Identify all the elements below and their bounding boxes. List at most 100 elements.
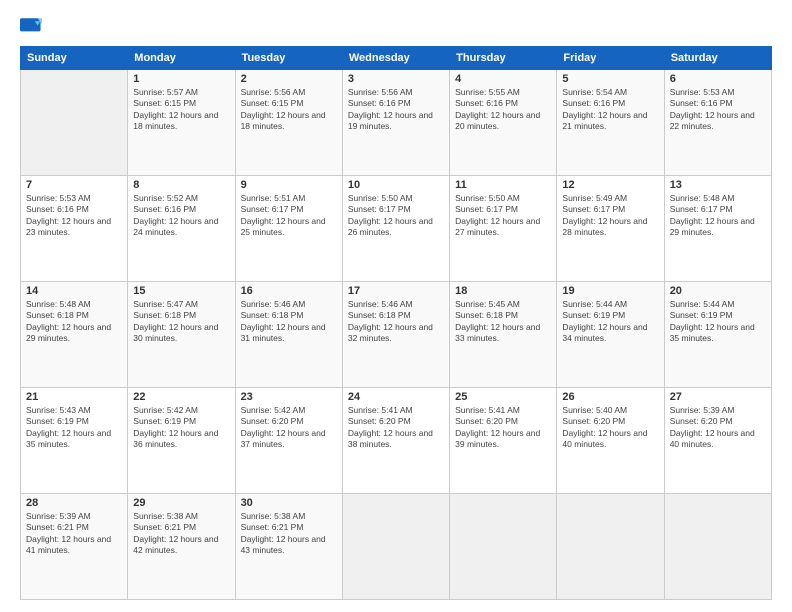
day-info: Sunrise: 5:45 AMSunset: 6:18 PMDaylight:… bbox=[455, 299, 551, 345]
day-number: 30 bbox=[241, 497, 337, 509]
calendar-cell: 8Sunrise: 5:52 AMSunset: 6:16 PMDaylight… bbox=[128, 176, 235, 282]
day-info: Sunrise: 5:39 AMSunset: 6:20 PMDaylight:… bbox=[670, 405, 766, 451]
day-info: Sunrise: 5:49 AMSunset: 6:17 PMDaylight:… bbox=[562, 193, 658, 239]
day-number: 26 bbox=[562, 391, 658, 403]
day-number: 17 bbox=[348, 285, 444, 297]
calendar-cell: 1 Sunrise: 5:57 AMSunset: 6:15 PMDaylight… bbox=[128, 70, 235, 176]
day-info: Sunrise: 5:54 AMSunset: 6:16 PMDaylight:… bbox=[562, 87, 658, 133]
calendar-cell: 11 Sunrise: 5:50 AMSunset: 6:17 PMDayligh… bbox=[450, 176, 557, 282]
calendar-cell: 29 Sunrise: 5:38 AMSunset: 6:21 PMDayligh… bbox=[128, 494, 235, 600]
calendar-cell: 24 Sunrise: 5:41 AMSunset: 6:20 PMDayligh… bbox=[342, 388, 449, 494]
calendar-cell: 17 Sunrise: 5:46 AMSunset: 6:18 PMDayligh… bbox=[342, 282, 449, 388]
day-number: 14 bbox=[26, 285, 122, 297]
calendar-cell: 22Sunrise: 5:42 AMSunset: 6:19 PMDayligh… bbox=[128, 388, 235, 494]
calendar-cell: 16 Sunrise: 5:46 AMSunset: 6:18 PMDayligh… bbox=[235, 282, 342, 388]
day-info: Sunrise: 5:50 AMSunset: 6:17 PMDaylight:… bbox=[348, 193, 444, 239]
calendar-table: SundayMondayTuesdayWednesdayThursdayFrid… bbox=[20, 46, 772, 600]
day-number: 6 bbox=[670, 73, 766, 85]
day-number: 25 bbox=[455, 391, 551, 403]
column-header-monday: Monday bbox=[128, 47, 235, 70]
day-number: 10 bbox=[348, 179, 444, 191]
header bbox=[20, 18, 772, 36]
calendar-cell: 7 Sunrise: 5:53 AMSunset: 6:16 PMDaylight… bbox=[21, 176, 128, 282]
day-number: 12 bbox=[562, 179, 658, 191]
week-row-1: 1 Sunrise: 5:57 AMSunset: 6:15 PMDaylight… bbox=[21, 70, 772, 176]
calendar-cell: 6 Sunrise: 5:53 AMSunset: 6:16 PMDaylight… bbox=[664, 70, 771, 176]
day-info: Sunrise: 5:46 AMSunset: 6:18 PMDaylight:… bbox=[348, 299, 444, 345]
column-header-thursday: Thursday bbox=[450, 47, 557, 70]
calendar-cell: 4 Sunrise: 5:55 AMSunset: 6:16 PMDaylight… bbox=[450, 70, 557, 176]
day-info: Sunrise: 5:41 AMSunset: 6:20 PMDaylight:… bbox=[348, 405, 444, 451]
calendar-cell: 23 Sunrise: 5:42 AMSunset: 6:20 PMDayligh… bbox=[235, 388, 342, 494]
calendar-cell: 28Sunrise: 5:39 AMSunset: 6:21 PMDayligh… bbox=[21, 494, 128, 600]
day-number: 27 bbox=[670, 391, 766, 403]
column-header-friday: Friday bbox=[557, 47, 664, 70]
day-info: Sunrise: 5:56 AMSunset: 6:16 PMDaylight:… bbox=[348, 87, 444, 133]
day-number: 22 bbox=[133, 391, 229, 403]
week-row-4: 21 Sunrise: 5:43 AMSunset: 6:19 PMDayligh… bbox=[21, 388, 772, 494]
day-number: 1 bbox=[133, 73, 229, 85]
day-number: 15 bbox=[133, 285, 229, 297]
calendar-cell: 14 Sunrise: 5:48 AMSunset: 6:18 PMDayligh… bbox=[21, 282, 128, 388]
day-info: Sunrise: 5:52 AMSunset: 6:16 PMDaylight:… bbox=[133, 193, 229, 239]
calendar-cell: 5Sunrise: 5:54 AMSunset: 6:16 PMDaylight… bbox=[557, 70, 664, 176]
calendar-cell bbox=[557, 494, 664, 600]
column-header-wednesday: Wednesday bbox=[342, 47, 449, 70]
day-info: Sunrise: 5:44 AMSunset: 6:19 PMDaylight:… bbox=[670, 299, 766, 345]
week-row-2: 7 Sunrise: 5:53 AMSunset: 6:16 PMDaylight… bbox=[21, 176, 772, 282]
day-info: Sunrise: 5:48 AMSunset: 6:17 PMDaylight:… bbox=[670, 193, 766, 239]
day-number: 4 bbox=[455, 73, 551, 85]
day-info: Sunrise: 5:44 AMSunset: 6:19 PMDaylight:… bbox=[562, 299, 658, 345]
day-info: Sunrise: 5:38 AMSunset: 6:21 PMDaylight:… bbox=[133, 511, 229, 557]
day-number: 20 bbox=[670, 285, 766, 297]
calendar-cell: 26 Sunrise: 5:40 AMSunset: 6:20 PMDayligh… bbox=[557, 388, 664, 494]
calendar-cell: 20 Sunrise: 5:44 AMSunset: 6:19 PMDayligh… bbox=[664, 282, 771, 388]
calendar-cell: 12 Sunrise: 5:49 AMSunset: 6:17 PMDayligh… bbox=[557, 176, 664, 282]
day-info: Sunrise: 5:56 AMSunset: 6:15 PMDaylight:… bbox=[241, 87, 337, 133]
day-info: Sunrise: 5:51 AMSunset: 6:17 PMDaylight:… bbox=[241, 193, 337, 239]
day-number: 24 bbox=[348, 391, 444, 403]
calendar-cell: 2Sunrise: 5:56 AMSunset: 6:15 PMDaylight… bbox=[235, 70, 342, 176]
day-number: 23 bbox=[241, 391, 337, 403]
day-info: Sunrise: 5:50 AMSunset: 6:17 PMDaylight:… bbox=[455, 193, 551, 239]
day-info: Sunrise: 5:55 AMSunset: 6:16 PMDaylight:… bbox=[455, 87, 551, 133]
calendar-cell bbox=[342, 494, 449, 600]
day-info: Sunrise: 5:47 AMSunset: 6:18 PMDaylight:… bbox=[133, 299, 229, 345]
day-info: Sunrise: 5:40 AMSunset: 6:20 PMDaylight:… bbox=[562, 405, 658, 451]
week-row-3: 14 Sunrise: 5:48 AMSunset: 6:18 PMDayligh… bbox=[21, 282, 772, 388]
calendar-cell: 27 Sunrise: 5:39 AMSunset: 6:20 PMDayligh… bbox=[664, 388, 771, 494]
calendar-cell: 19Sunrise: 5:44 AMSunset: 6:19 PMDayligh… bbox=[557, 282, 664, 388]
calendar-cell bbox=[21, 70, 128, 176]
day-number: 11 bbox=[455, 179, 551, 191]
calendar-cell: 9Sunrise: 5:51 AMSunset: 6:17 PMDaylight… bbox=[235, 176, 342, 282]
calendar-cell: 15 Sunrise: 5:47 AMSunset: 6:18 PMDayligh… bbox=[128, 282, 235, 388]
calendar-page: SundayMondayTuesdayWednesdayThursdayFrid… bbox=[0, 0, 792, 612]
calendar-cell: 21 Sunrise: 5:43 AMSunset: 6:19 PMDayligh… bbox=[21, 388, 128, 494]
header-row: SundayMondayTuesdayWednesdayThursdayFrid… bbox=[21, 47, 772, 70]
calendar-cell bbox=[450, 494, 557, 600]
logo bbox=[20, 18, 46, 36]
day-number: 16 bbox=[241, 285, 337, 297]
day-info: Sunrise: 5:46 AMSunset: 6:18 PMDaylight:… bbox=[241, 299, 337, 345]
day-info: Sunrise: 5:57 AMSunset: 6:15 PMDaylight:… bbox=[133, 87, 229, 133]
calendar-cell: 30 Sunrise: 5:38 AMSunset: 6:21 PMDayligh… bbox=[235, 494, 342, 600]
column-header-tuesday: Tuesday bbox=[235, 47, 342, 70]
day-number: 21 bbox=[26, 391, 122, 403]
calendar-cell: 18Sunrise: 5:45 AMSunset: 6:18 PMDayligh… bbox=[450, 282, 557, 388]
day-number: 7 bbox=[26, 179, 122, 191]
day-info: Sunrise: 5:38 AMSunset: 6:21 PMDaylight:… bbox=[241, 511, 337, 557]
calendar-cell: 25 Sunrise: 5:41 AMSunset: 6:20 PMDayligh… bbox=[450, 388, 557, 494]
day-number: 29 bbox=[133, 497, 229, 509]
day-info: Sunrise: 5:53 AMSunset: 6:16 PMDaylight:… bbox=[670, 87, 766, 133]
column-header-sunday: Sunday bbox=[21, 47, 128, 70]
day-info: Sunrise: 5:41 AMSunset: 6:20 PMDaylight:… bbox=[455, 405, 551, 451]
calendar-cell: 13Sunrise: 5:48 AMSunset: 6:17 PMDayligh… bbox=[664, 176, 771, 282]
column-header-saturday: Saturday bbox=[664, 47, 771, 70]
day-info: Sunrise: 5:42 AMSunset: 6:20 PMDaylight:… bbox=[241, 405, 337, 451]
day-info: Sunrise: 5:48 AMSunset: 6:18 PMDaylight:… bbox=[26, 299, 122, 345]
day-number: 28 bbox=[26, 497, 122, 509]
logo-icon bbox=[20, 18, 42, 36]
day-info: Sunrise: 5:53 AMSunset: 6:16 PMDaylight:… bbox=[26, 193, 122, 239]
day-info: Sunrise: 5:43 AMSunset: 6:19 PMDaylight:… bbox=[26, 405, 122, 451]
calendar-cell: 10 Sunrise: 5:50 AMSunset: 6:17 PMDayligh… bbox=[342, 176, 449, 282]
